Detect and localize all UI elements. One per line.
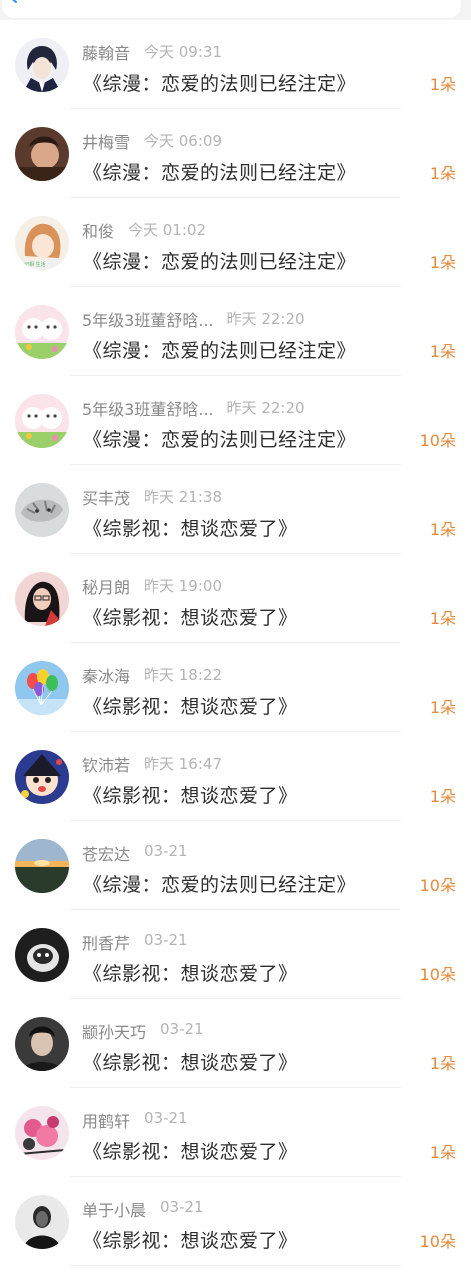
sender-name[interactable]: 井梅雪 — [82, 129, 130, 153]
flower-count: 10朵 — [419, 876, 456, 895]
book-title[interactable]: 《综影视：想谈恋爱了》 — [83, 514, 298, 541]
flower-art-avatar-icon[interactable] — [15, 1106, 69, 1160]
tiger-sketch-avatar-icon[interactable] — [15, 483, 69, 537]
kittens-avatar-icon[interactable] — [15, 305, 69, 359]
sender-name[interactable]: 颛孙天巧 — [82, 1019, 146, 1043]
book-title[interactable]: 《综漫：恋爱的法则已经注定》 — [83, 69, 356, 96]
sender-name[interactable]: 刑香芹 — [82, 930, 130, 954]
book-title[interactable]: 《综影视：想谈恋爱了》 — [83, 692, 298, 719]
anime-girl-avatar-icon[interactable]: 云记相 生活 — [15, 216, 69, 270]
book-title[interactable]: 《综漫：恋爱的法则已经注定》 — [83, 425, 356, 452]
gift-time: 03-21 — [144, 931, 188, 949]
svg-text:云记相 生活: 云记相 生活 — [19, 261, 46, 268]
top-bar — [0, 0, 471, 20]
book-title[interactable]: 《综影视：想谈恋爱了》 — [83, 1048, 298, 1075]
gift-time: 03-21 — [144, 1109, 188, 1127]
flower-count: 10朵 — [419, 431, 456, 450]
sender-name[interactable]: 5年级3班董舒晗... — [82, 396, 214, 420]
portrait-photo-avatar-icon[interactable] — [15, 127, 69, 181]
book-title[interactable]: 《综漫：恋爱的法则已经注定》 — [83, 870, 356, 897]
flower-count: 10朵 — [419, 1232, 456, 1251]
book-title[interactable]: 《综影视：想谈恋爱了》 — [83, 959, 298, 986]
list-item[interactable]: 用鹤轩 03-21 《综影视：想谈恋爱了》 1朵 — [0, 1088, 471, 1177]
flower-count: 1朵 — [429, 609, 456, 628]
row-divider — [70, 1265, 401, 1266]
book-title[interactable]: 《综漫：恋爱的法则已经注定》 — [83, 247, 356, 274]
woman-portrait-avatar-icon[interactable] — [15, 572, 69, 626]
gift-time: 今天 09:31 — [144, 43, 222, 61]
list-item[interactable]: 5年级3班董舒晗... 昨天 22:20 《综漫：恋爱的法则已经注定》 1朵 — [0, 287, 471, 376]
list-item[interactable]: 秦冰海 昨天 18:22 《综影视：想谈恋爱了》 1朵 — [0, 643, 471, 732]
sender-name[interactable]: 秘月朗 — [82, 574, 130, 598]
gift-time: 03-21 — [144, 842, 188, 860]
gift-time: 昨天 19:00 — [144, 577, 222, 595]
list-item[interactable]: 藤翰音 今天 09:31 《综漫：恋爱的法则已经注定》 1朵 — [0, 20, 471, 109]
flower-count: 1朵 — [429, 1054, 456, 1073]
list-item[interactable]: 云记相 生活 和俊 今天 01:02 《综漫：恋爱的法则已经注定》 1朵 — [0, 198, 471, 287]
header-card-edge — [2, 0, 461, 18]
sender-name[interactable]: 和俊 — [82, 218, 114, 242]
sender-name[interactable]: 5年级3班董舒晗... — [82, 307, 214, 331]
book-title[interactable]: 《综影视：想谈恋爱了》 — [83, 1137, 298, 1164]
list-item[interactable]: 5年级3班董舒晗... 昨天 22:20 《综漫：恋爱的法则已经注定》 10朵 — [0, 376, 471, 465]
sender-name[interactable]: 用鹤轩 — [82, 1108, 130, 1132]
sender-name[interactable]: 单于小晨 — [82, 1197, 146, 1221]
book-title[interactable]: 《综影视：想谈恋爱了》 — [83, 603, 298, 630]
flower-count: 1朵 — [429, 75, 456, 94]
list-item[interactable]: 买丰茂 昨天 21:38 《综影视：想谈恋爱了》 1朵 — [0, 465, 471, 554]
flower-count: 1朵 — [429, 1143, 456, 1162]
sunset-landscape-avatar-icon[interactable] — [15, 839, 69, 893]
book-title[interactable]: 《综漫：恋爱的法则已经注定》 — [83, 158, 356, 185]
list-item[interactable]: 秘月朗 昨天 19:00 《综影视：想谈恋爱了》 1朵 — [0, 554, 471, 643]
flower-count: 1朵 — [429, 787, 456, 806]
gift-time: 昨天 22:20 — [226, 399, 305, 417]
dark-photo-avatar-icon[interactable] — [15, 928, 69, 982]
gift-time: 昨天 22:20 — [226, 310, 305, 328]
sender-name[interactable]: 苍宏达 — [82, 841, 130, 865]
balloons-avatar-icon[interactable] — [15, 661, 69, 715]
cartoon-character-avatar-icon[interactable] — [15, 750, 69, 804]
kittens-avatar-icon[interactable] — [15, 394, 69, 448]
gift-time: 03-21 — [160, 1198, 204, 1216]
gift-time: 今天 01:02 — [128, 221, 206, 239]
man-silhouette-avatar-icon[interactable] — [15, 1195, 69, 1249]
gift-time: 03-21 — [160, 1020, 204, 1038]
flower-count: 1朵 — [429, 164, 456, 183]
gift-list: 藤翰音 今天 09:31 《综漫：恋爱的法则已经注定》 1朵 井梅雪 今天 06:09 《综… — [0, 20, 471, 1280]
flower-count: 10朵 — [419, 965, 456, 984]
gift-time: 昨天 16:47 — [144, 755, 222, 773]
anime-boy-avatar-icon[interactable] — [15, 38, 69, 92]
list-item[interactable]: 井梅雪 今天 06:09 《综漫：恋爱的法则已经注定》 1朵 — [0, 109, 471, 198]
sender-name[interactable]: 秦冰海 — [82, 663, 130, 687]
list-item[interactable]: 单于小晨 03-21 《综影视：想谈恋爱了》 10朵 — [0, 1177, 471, 1266]
gift-time: 昨天 18:22 — [144, 666, 222, 684]
sender-name[interactable]: 买丰茂 — [82, 485, 130, 509]
flower-count: 1朵 — [429, 520, 456, 539]
man-portrait-avatar-icon[interactable] — [15, 1017, 69, 1071]
flower-count: 1朵 — [429, 342, 456, 361]
sender-name[interactable]: 钦沛若 — [82, 752, 130, 776]
list-item[interactable]: 刑香芹 03-21 《综影视：想谈恋爱了》 10朵 — [0, 910, 471, 999]
flower-count: 1朵 — [429, 253, 456, 272]
gift-time: 昨天 21:38 — [144, 488, 222, 506]
book-title[interactable]: 《综漫：恋爱的法则已经注定》 — [83, 336, 356, 363]
flower-count: 1朵 — [429, 698, 456, 717]
book-title[interactable]: 《综影视：想谈恋爱了》 — [83, 1226, 298, 1253]
list-item[interactable]: 颛孙天巧 03-21 《综影视：想谈恋爱了》 1朵 — [0, 999, 471, 1088]
gift-time: 今天 06:09 — [144, 132, 222, 150]
back-icon[interactable] — [6, 0, 20, 4]
sender-name[interactable]: 藤翰音 — [82, 40, 130, 64]
list-item[interactable]: 钦沛若 昨天 16:47 《综影视：想谈恋爱了》 1朵 — [0, 732, 471, 821]
list-item[interactable]: 苍宏达 03-21 《综漫：恋爱的法则已经注定》 10朵 — [0, 821, 471, 910]
book-title[interactable]: 《综影视：想谈恋爱了》 — [83, 781, 298, 808]
